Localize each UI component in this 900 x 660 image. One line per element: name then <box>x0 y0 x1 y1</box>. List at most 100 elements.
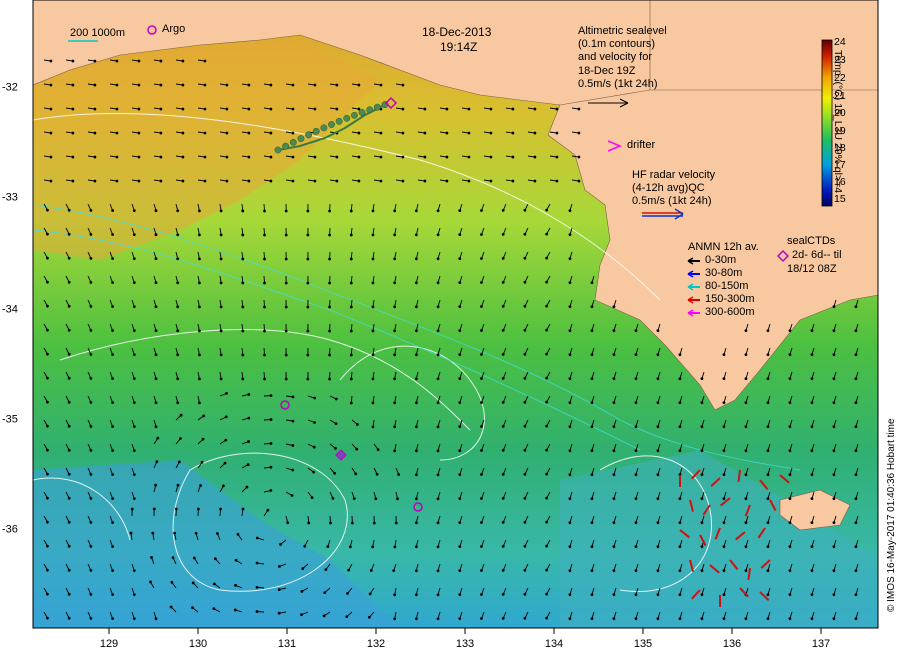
vector-head <box>266 508 270 512</box>
vector-head <box>224 415 228 419</box>
vector-head <box>436 281 440 285</box>
vector-head <box>191 581 195 585</box>
vector-head <box>369 569 373 572</box>
vector-head <box>489 131 493 135</box>
vector-head <box>590 281 594 285</box>
vector-head <box>414 209 418 213</box>
vector-head <box>181 131 185 135</box>
vector-head <box>132 209 136 213</box>
vector-head <box>568 617 572 621</box>
vector-head <box>523 496 527 500</box>
vector-head <box>480 593 483 596</box>
vector-head <box>722 521 726 525</box>
vector-head <box>306 257 310 261</box>
vector-head <box>247 131 251 135</box>
vector-head <box>577 107 581 111</box>
vector-head <box>247 179 251 183</box>
vector-head <box>219 329 223 333</box>
vector-head <box>277 611 281 615</box>
vector-head <box>151 531 155 535</box>
vector-head <box>169 605 173 609</box>
vector-head <box>590 425 594 429</box>
vector-head <box>612 569 616 573</box>
vector-head <box>89 328 93 332</box>
vector-head <box>115 107 119 111</box>
vector-head <box>393 377 397 381</box>
vector-head <box>401 83 405 87</box>
vector-head <box>545 592 549 596</box>
vector-head <box>393 545 397 549</box>
vector-head <box>393 353 397 357</box>
vector-head <box>49 155 53 159</box>
vector-head <box>788 329 792 333</box>
vector-head <box>414 233 418 237</box>
vector-head <box>854 473 858 477</box>
vector-head <box>263 233 266 237</box>
vector-head <box>306 209 310 213</box>
vector-head <box>312 470 316 474</box>
vector-head <box>176 401 180 405</box>
vector-head <box>137 155 141 159</box>
vector-head <box>722 497 726 501</box>
vector-head <box>203 107 207 111</box>
vector-head <box>656 617 660 621</box>
anmn-depth-label: 150-300m <box>705 293 755 305</box>
vector-head <box>568 473 572 477</box>
vector-head <box>545 472 549 476</box>
vector-head <box>832 569 836 573</box>
vector-head <box>132 305 136 309</box>
vector-head <box>744 449 748 453</box>
vector-head <box>203 83 207 87</box>
vector-head <box>744 329 748 333</box>
vector-head <box>480 449 483 452</box>
vector-head <box>489 179 493 183</box>
vector-head <box>284 353 288 357</box>
vector-head <box>93 131 97 135</box>
vector-head <box>89 376 93 380</box>
vector-head <box>577 131 581 135</box>
vector-head <box>291 131 295 135</box>
vector-head <box>234 583 237 587</box>
vector-head <box>401 155 405 159</box>
vector-head <box>46 448 49 452</box>
vector-head <box>154 233 158 237</box>
vector-head <box>333 471 336 475</box>
vector-head <box>154 401 158 405</box>
drifter-position <box>358 109 366 116</box>
vector-head <box>328 281 331 285</box>
vector-head <box>46 424 49 428</box>
vector-head <box>67 520 71 524</box>
map-canvas <box>32 0 879 634</box>
vector-head <box>67 328 71 332</box>
vector-head <box>154 617 158 621</box>
vector-head <box>393 425 397 429</box>
vector-head <box>199 484 202 487</box>
vector-head <box>832 593 836 597</box>
vector-head <box>458 449 462 453</box>
vector-head <box>501 377 505 380</box>
vector-head <box>436 209 440 213</box>
vector-head <box>115 155 119 159</box>
vector-head <box>634 473 638 477</box>
vector-head <box>306 377 310 381</box>
vector-head <box>568 353 572 357</box>
vector-head <box>523 376 527 380</box>
vector-head <box>89 448 93 452</box>
vector-head <box>179 413 183 417</box>
vector-head <box>523 256 527 260</box>
vector-head <box>89 496 93 500</box>
vector-head <box>368 592 372 596</box>
vector-head <box>700 521 704 525</box>
vector-head <box>393 401 397 405</box>
vector-head <box>612 401 616 405</box>
vector-head <box>201 437 205 441</box>
drifter-position <box>343 114 351 122</box>
vector-head <box>700 473 704 477</box>
vector-head <box>159 155 163 159</box>
vector-head <box>788 497 792 501</box>
vector-head <box>93 155 97 159</box>
hf-radar-legend: HF radar velocity (4-12h avg)QC 0.5m/s (… <box>632 169 715 209</box>
vector-head <box>458 281 462 285</box>
vector-head <box>313 107 317 111</box>
vector-head <box>245 485 249 489</box>
